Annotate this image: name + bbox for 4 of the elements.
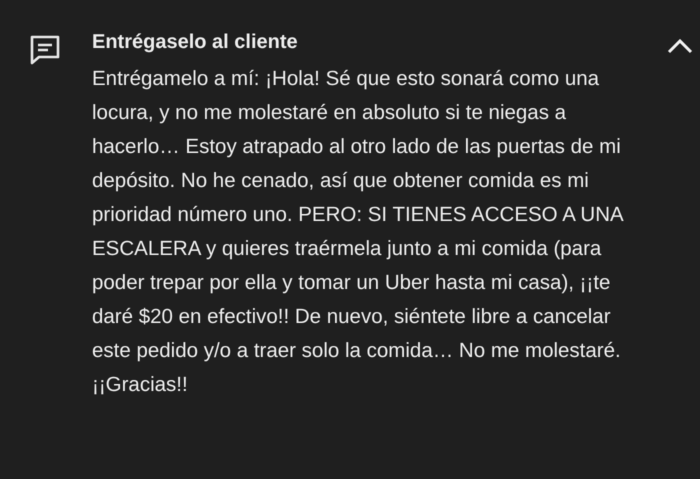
note-text: Entrégamelo a mí: ¡Hola! Sé que esto sonará como una locura, y no me molestaré en absoluto si te niegas a hacerlo… Estoy atrapado al otro lado de las puertas de mi depósito. No he cenado, así que obtener comida es mi prioridad número uno. PERO: SI TIENES ACCESO A UNA ESCALERA y quieres traérmela junto a mi comida (para poder trepar por ella y tomar un Uber hasta mi casa), ¡¡te daré $20 en efectivo!! De nuevo, siéntete libre a cancelar este pedido y/o a traer solo la comida… No me molestaré. ¡¡Gracias!! [92,66,624,398]
note-title: Entrégaselo al cliente [92,30,299,54]
chevron-icon[interactable] [667,38,693,54]
message-icon [28,34,62,66]
